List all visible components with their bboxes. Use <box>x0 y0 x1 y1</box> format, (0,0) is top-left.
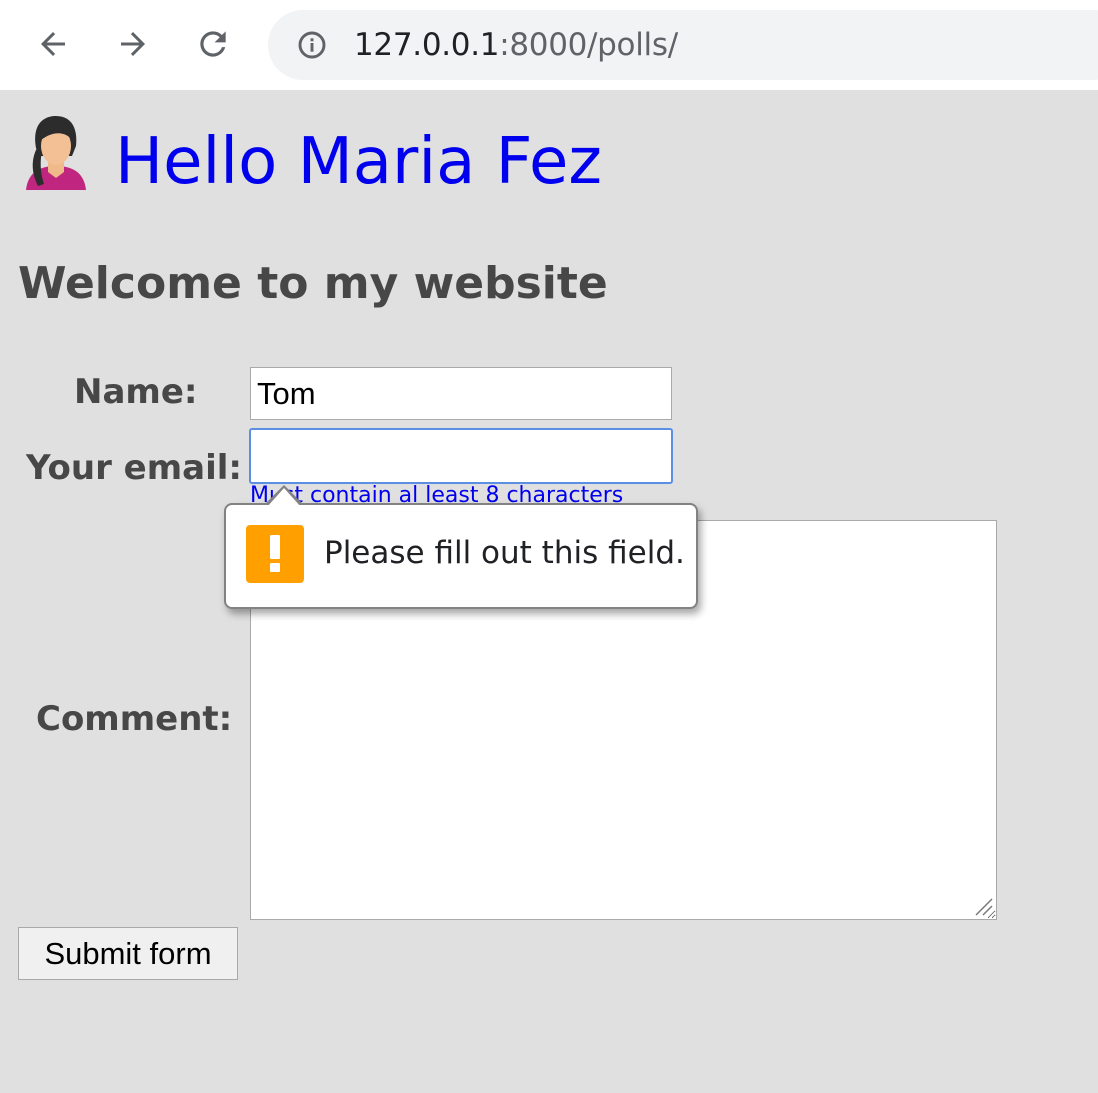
name-input[interactable] <box>250 367 672 420</box>
name-label: Name: <box>74 372 198 412</box>
email-label: Your email: <box>26 448 243 488</box>
browser-toolbar: 127.0.0.1:8000/polls/ <box>0 0 1098 90</box>
warning-icon <box>246 525 304 583</box>
tooltip-arrow-fill <box>267 488 301 507</box>
info-icon[interactable] <box>296 29 328 61</box>
url-host: 127.0.0.1 <box>354 27 500 63</box>
email-hint: Must contain al least 8 characters <box>250 483 624 504</box>
arrow-left-icon <box>41 32 65 56</box>
greeting-heading: Hello Maria Fez <box>115 125 602 199</box>
comment-label: Comment: <box>36 699 233 739</box>
reload-button[interactable] <box>191 22 235 66</box>
reload-icon <box>200 31 226 57</box>
back-button[interactable] <box>31 22 75 66</box>
welcome-heading: Welcome to my website <box>18 258 608 309</box>
arrow-right-icon <box>121 32 145 56</box>
url-text[interactable]: 127.0.0.1:8000/polls/ <box>354 27 678 63</box>
url-path: :8000/polls/ <box>499 27 678 63</box>
forward-button[interactable] <box>111 22 155 66</box>
resize-grip-icon[interactable] <box>972 895 994 917</box>
submit-button[interactable]: Submit form <box>18 927 238 980</box>
tooltip-message: Please fill out this field. <box>324 535 685 571</box>
validation-tooltip: Please fill out this field. <box>224 485 698 609</box>
address-bar[interactable]: 127.0.0.1:8000/polls/ <box>268 10 1098 80</box>
email-input[interactable] <box>249 428 673 484</box>
woman-avatar-icon <box>20 112 92 190</box>
